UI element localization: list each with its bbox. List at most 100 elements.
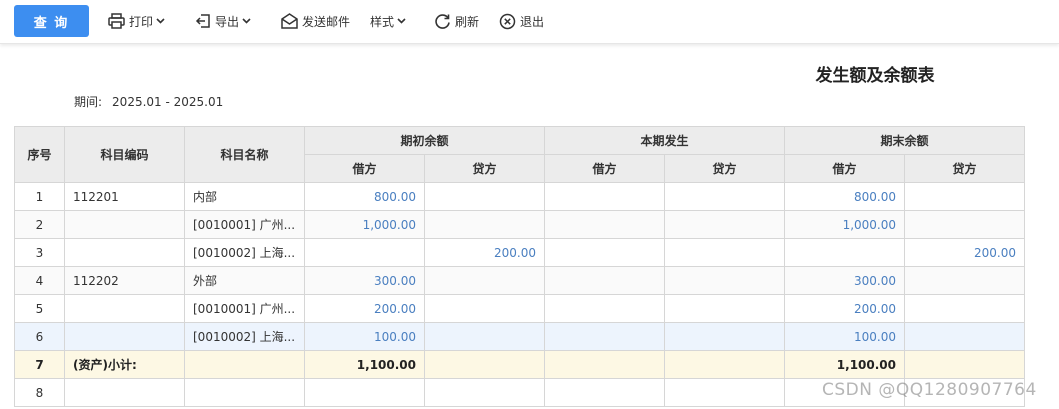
cell-account-code — [64, 294, 185, 323]
cell-index: 3 — [14, 238, 65, 267]
cell-current-debit — [544, 322, 665, 351]
cell-closing-debit: 1,100.00 — [784, 350, 905, 379]
table-row[interactable]: 2 [0010001] 广州... 1,000.00 1,000.00 — [14, 210, 1025, 239]
col-header-opening: 期初余额 — [304, 126, 545, 155]
cell-opening-credit — [424, 266, 545, 295]
print-menu[interactable]: 打印 — [108, 10, 165, 32]
cell-current-debit — [544, 350, 665, 379]
send-email-label: 发送邮件 — [302, 14, 351, 29]
cell-account-name: [0010001] 广州... — [184, 294, 305, 323]
cell-closing-credit — [904, 182, 1025, 211]
cell-account-name — [184, 350, 305, 379]
cell-closing-credit — [904, 322, 1025, 351]
period-info: 期间: 2025.01 - 2025.01 — [74, 93, 223, 110]
cell-account-name — [184, 378, 305, 407]
cell-opening-debit — [304, 238, 425, 267]
cell-closing-credit — [904, 266, 1025, 295]
cell-account-code — [64, 378, 185, 407]
cell-account-name: 内部 — [184, 182, 305, 211]
cell-current-debit — [544, 210, 665, 239]
refresh-label: 刷新 — [455, 14, 480, 29]
cell-closing-credit — [904, 350, 1025, 379]
balance-table: 序号 科目编码 科目名称 期初余额 本期发生 期末余额 借方 贷方 借方 贷方 … — [14, 126, 1025, 407]
table-row[interactable]: 3 [0010002] 上海... 200.00 200.00 — [14, 238, 1025, 267]
period-value: 2025.01 - 2025.01 — [112, 95, 224, 109]
cell-index: 7 — [14, 350, 65, 379]
send-email-button[interactable]: 发送邮件 — [281, 10, 350, 32]
table-row[interactable]: 1 112201 内部 800.00 800.00 — [14, 182, 1025, 211]
style-menu[interactable]: 样式 — [370, 10, 406, 32]
cell-closing-debit: 200.00 — [784, 294, 905, 323]
cell-account-code — [64, 238, 185, 267]
table-body: 1 112201 内部 800.00 800.00 2 [0010001] 广州... 1,0… — [14, 182, 1025, 407]
cell-current-credit — [664, 350, 785, 379]
col-header-closing: 期末余额 — [784, 126, 1025, 155]
cell-account-name: [0010002] 上海... — [184, 322, 305, 351]
cell-opening-debit: 100.00 — [304, 322, 425, 351]
cell-current-credit — [664, 266, 785, 295]
refresh-icon — [434, 13, 451, 30]
cell-index: 8 — [14, 378, 65, 407]
cell-closing-credit — [904, 210, 1025, 239]
cell-opening-credit — [424, 350, 545, 379]
close-circle-icon — [499, 13, 516, 30]
cell-account-name: [0010002] 上海... — [184, 238, 305, 267]
query-button[interactable]: 查 询 — [14, 5, 89, 37]
subtotal-row[interactable]: 7 (资产)小计: 1,100.00 1,100.00 — [14, 350, 1025, 379]
col-header-closing-credit[interactable]: 贷方 — [904, 154, 1025, 183]
cell-closing-debit: 1,000.00 — [784, 210, 905, 239]
cell-opening-debit: 1,000.00 — [304, 210, 425, 239]
col-header-closing-debit[interactable]: 借方 — [784, 154, 905, 183]
chevron-down-icon — [397, 18, 406, 24]
cell-opening-debit: 200.00 — [304, 294, 425, 323]
cell-closing-debit: 800.00 — [784, 182, 905, 211]
cell-account-code — [64, 322, 185, 351]
cell-current-credit — [664, 238, 785, 267]
cell-current-debit — [544, 238, 665, 267]
cell-current-debit — [544, 294, 665, 323]
col-header-current-credit[interactable]: 贷方 — [664, 154, 785, 183]
col-header-name[interactable]: 科目名称 — [184, 126, 305, 183]
cell-current-credit — [664, 322, 785, 351]
export-label: 导出 — [215, 14, 240, 29]
cell-current-debit — [544, 378, 665, 407]
cell-index: 5 — [14, 294, 65, 323]
col-header-opening-debit[interactable]: 借方 — [304, 154, 425, 183]
chevron-down-icon — [242, 18, 251, 24]
col-header-opening-credit[interactable]: 贷方 — [424, 154, 545, 183]
cell-current-debit — [544, 266, 665, 295]
col-header-index[interactable]: 序号 — [14, 126, 65, 183]
export-menu[interactable]: 导出 — [195, 10, 251, 32]
table-row[interactable]: 4 112202 外部 300.00 300.00 — [14, 266, 1025, 295]
table-row[interactable]: 6 [0010002] 上海... 100.00 100.00 — [14, 322, 1025, 351]
cell-current-credit — [664, 378, 785, 407]
col-header-current-debit[interactable]: 借方 — [544, 154, 665, 183]
cell-closing-debit: 100.00 — [784, 322, 905, 351]
cell-closing-credit — [904, 294, 1025, 323]
cell-opening-debit — [304, 378, 425, 407]
watermark: CSDN @QQ1280907764 — [822, 380, 1037, 400]
toolbar: 查 询 打印 导出 发送邮件 样式 刷新 退出 — [0, 0, 1059, 44]
cell-index: 2 — [14, 210, 65, 239]
cell-closing-debit — [784, 238, 905, 267]
cell-current-credit — [664, 294, 785, 323]
cell-opening-credit: 200.00 — [424, 238, 545, 267]
printer-icon — [108, 13, 125, 29]
cell-closing-debit: 300.00 — [784, 266, 905, 295]
style-label: 样式 — [370, 14, 395, 29]
cell-account-code — [64, 210, 185, 239]
cell-current-debit — [544, 182, 665, 211]
table-row[interactable]: 5 [0010001] 广州... 200.00 200.00 — [14, 294, 1025, 323]
cell-opening-credit — [424, 210, 545, 239]
exit-button[interactable]: 退出 — [499, 10, 544, 32]
col-header-code[interactable]: 科目编码 — [64, 126, 185, 183]
cell-opening-credit — [424, 322, 545, 351]
refresh-button[interactable]: 刷新 — [434, 10, 479, 32]
cell-opening-debit: 1,100.00 — [304, 350, 425, 379]
cell-account-code: 112201 — [64, 182, 185, 211]
cell-opening-credit — [424, 378, 545, 407]
cell-account-name: 外部 — [184, 266, 305, 295]
cell-closing-credit: 200.00 — [904, 238, 1025, 267]
email-icon — [281, 13, 298, 29]
report-title: 发生额及余额表 — [815, 66, 935, 86]
